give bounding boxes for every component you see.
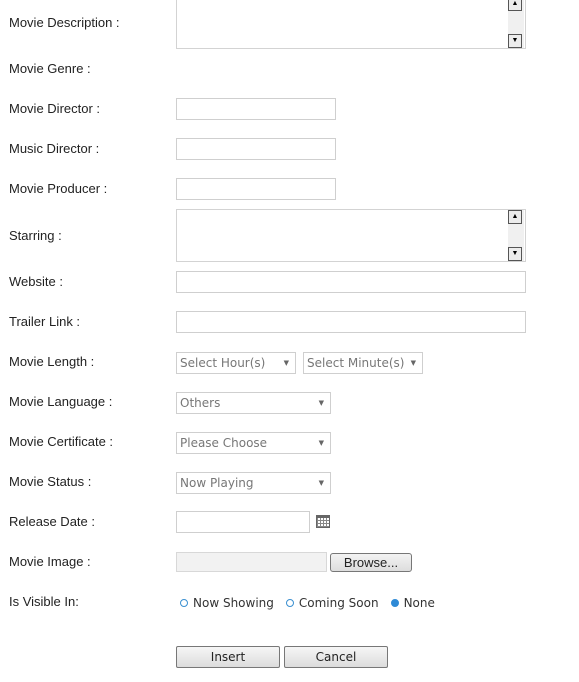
website-label: Website : [9,274,63,289]
hours-select[interactable]: Select Hour(s) ▼ [176,352,296,374]
hours-select-value: Select Hour(s) [180,356,266,370]
dropdown-arrow-icon: ▼ [410,359,416,367]
radio-now-showing[interactable]: Now Showing [180,596,274,610]
scroll-down-icon[interactable]: ▼ [508,247,522,261]
language-select[interactable]: Others ▼ [176,392,331,414]
minutes-select-value: Select Minute(s) [307,356,405,370]
minutes-select[interactable]: Select Minute(s) ▼ [303,352,423,374]
starring-textarea[interactable]: ▲ ▼ [176,209,526,262]
website-input[interactable] [176,271,526,293]
movie-image-label: Movie Image : [9,554,91,569]
scroll-up-icon[interactable]: ▲ [508,210,522,224]
music-director-label: Music Director : [9,141,100,156]
visibility-radio-group: Now Showing Coming Soon None [180,595,447,611]
movie-length-label: Movie Length : [9,354,95,369]
status-select-value: Now Playing [180,476,254,490]
movie-director-input[interactable] [176,98,336,120]
movie-producer-label: Movie Producer : [9,181,108,196]
starring-scrollbar[interactable]: ▲ ▼ [508,210,524,261]
radio-coming-soon-icon[interactable] [285,599,294,607]
dropdown-arrow-icon: ▼ [318,479,324,487]
language-select-value: Others [180,396,221,410]
movie-image-path-field[interactable] [176,552,327,572]
movie-status-label: Movie Status : [9,474,92,489]
movie-director-label: Movie Director : [9,101,101,116]
movie-producer-input[interactable] [176,178,336,200]
music-director-input[interactable] [176,138,336,160]
insert-button[interactable]: Insert [176,646,280,668]
trailer-link-input[interactable] [176,311,526,333]
movie-description-label: Movie Description : [9,15,120,30]
certificate-select[interactable]: Please Choose ▼ [176,432,331,454]
movie-description-scrollbar[interactable]: ▲ ▼ [508,0,524,48]
movie-genre-label: Movie Genre : [9,61,91,76]
radio-coming-soon-label: Coming Soon [298,596,379,610]
starring-label: Starring : [9,228,62,243]
release-date-label: Release Date : [9,514,95,529]
browse-button[interactable]: Browse... [330,553,412,572]
movie-language-label: Movie Language : [9,394,113,409]
dropdown-arrow-icon: ▼ [318,399,324,407]
movie-certificate-label: Movie Certificate : [9,434,114,449]
radio-now-showing-label: Now Showing [193,596,274,610]
status-select[interactable]: Now Playing ▼ [176,472,331,494]
calendar-icon[interactable] [316,515,330,528]
scroll-down-icon[interactable]: ▼ [508,34,522,48]
radio-now-showing-icon[interactable] [180,599,188,607]
radio-none-label: None [403,596,435,610]
radio-coming-soon[interactable]: Coming Soon [285,596,379,610]
radio-none[interactable]: None [390,596,435,610]
is-visible-in-label: Is Visible In: [9,594,79,609]
movie-description-textarea[interactable]: ▲ ▼ [176,0,526,49]
cancel-button[interactable]: Cancel [284,646,388,668]
certificate-select-value: Please Choose [180,436,268,450]
dropdown-arrow-icon: ▼ [318,439,324,447]
trailer-link-label: Trailer Link : [9,314,81,329]
dropdown-arrow-icon: ▼ [283,359,289,367]
scroll-up-icon[interactable]: ▲ [508,0,522,11]
release-date-input[interactable] [176,511,310,533]
radio-none-icon[interactable] [390,599,399,607]
